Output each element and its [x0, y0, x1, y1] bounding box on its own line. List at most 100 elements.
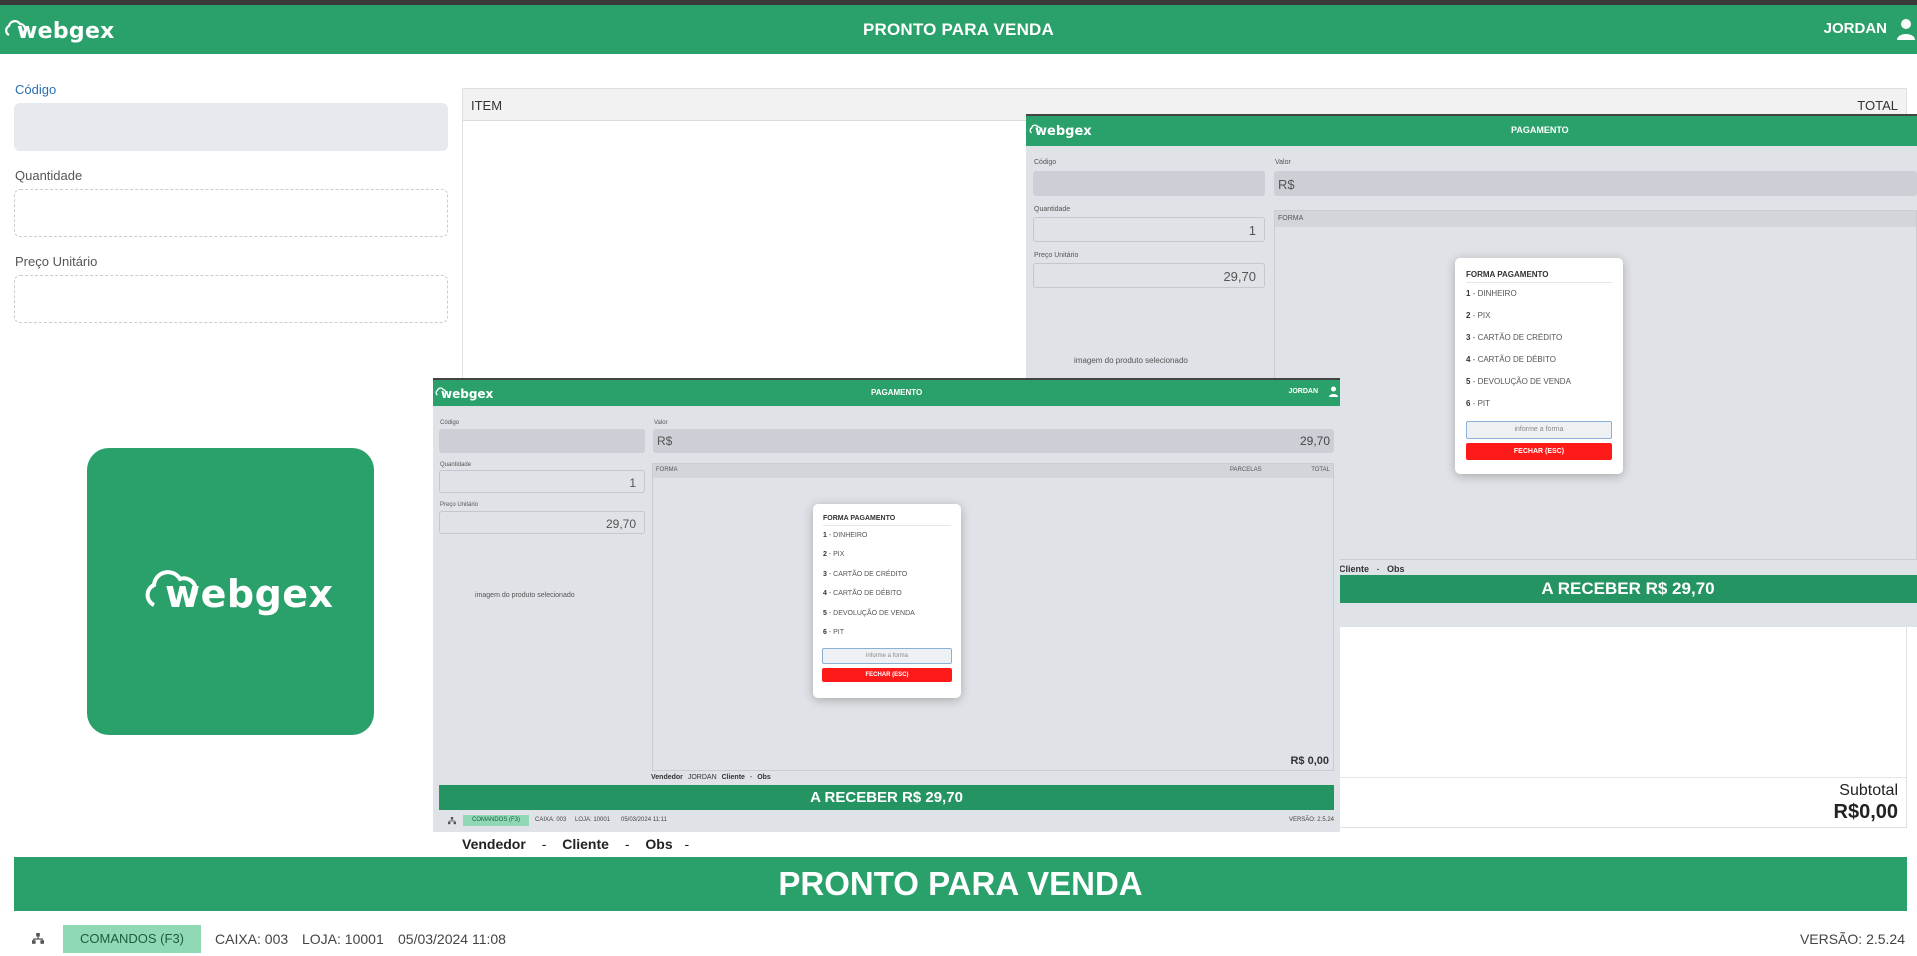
pf-modal-option-5[interactable]: 5 - DEVOLUÇÃO DE VENDA [823, 610, 915, 617]
pb-meta-row: Cliente - Obs [1339, 564, 1405, 574]
pb-image-alt: imagem do produto selecionado [1074, 356, 1188, 365]
preco-unitario-input[interactable] [14, 275, 448, 323]
pf-modal-option-6[interactable]: 6 - PIT [823, 629, 844, 636]
network-icon [448, 817, 456, 825]
page-title: PRONTO PARA VENDA [862, 20, 1055, 39]
pf-codigo-label: Código [440, 420, 460, 426]
pb-meta-cliente: Cliente [1339, 564, 1370, 574]
payment-front-header: webgex PAGAMENTO JORDAN [433, 380, 1340, 406]
pf-total-value: R$ 0,00 [1290, 755, 1329, 767]
pf-valor-input[interactable]: R$ 29,70 [653, 429, 1334, 453]
pf-col-total: TOTAL [1311, 467, 1330, 473]
pf-valor-value: 29,70 [1299, 434, 1330, 448]
pb-forma-col: FORMA [1278, 215, 1304, 222]
pf-meta-vendedor: Vendedor [651, 774, 683, 781]
user-icon[interactable] [1329, 386, 1338, 397]
quantidade-label: Quantidade [15, 168, 83, 183]
pb-modal-option-4[interactable]: 4 - CARTÃO DE DÉBITO [1466, 355, 1556, 364]
pb-forma-modal: FORMA PAGAMENTO 1 - DINHEIRO 2 - PIX 3 -… [1455, 258, 1623, 474]
codigo-input[interactable] [14, 103, 448, 151]
pf-preco-label: Preço Unitário [440, 502, 479, 508]
pf-version: VERSÃO: 2.5.24 [1288, 817, 1334, 823]
payment-screenshot-front: webgex PAGAMENTO JORDAN Código Valor R$ … [433, 378, 1340, 832]
pf-codigo-input[interactable] [439, 429, 645, 453]
pf-caixa: CAIXA: 003 [535, 817, 567, 823]
pf-preco-value: 29,70 [605, 517, 636, 531]
pb-quantidade-input[interactable]: 1 [1033, 217, 1265, 242]
pf-forma-header: FORMA PARCELAS TOTAL [653, 464, 1333, 478]
pb-codigo-input[interactable] [1033, 171, 1265, 196]
pf-quantidade-input[interactable]: 1 [439, 470, 645, 493]
cliente-label[interactable]: Cliente [562, 836, 609, 852]
pb-preco-input[interactable]: 29,70 [1033, 263, 1265, 288]
preco-unitario-label: Preço Unitário [15, 254, 98, 269]
commands-button[interactable]: COMANDOS (F3) [63, 925, 201, 953]
sale-meta-row: Vendedor - Cliente - Obs - [462, 836, 697, 852]
payment-front-user[interactable]: JORDAN [1288, 388, 1318, 395]
payment-back-title: PAGAMENTO [1511, 125, 1569, 135]
pb-forma-header: FORMA [1275, 211, 1916, 227]
pb-valor-prefix: R$ [1278, 177, 1295, 192]
big-logo-text: webgex [165, 572, 334, 616]
caixa-info: CAIXA: 003 [215, 931, 289, 947]
pf-quantidade-value: 1 [629, 476, 636, 490]
pb-modal-option-3[interactable]: 3 - CARTÃO DE CRÉDITO [1466, 333, 1562, 342]
pf-meta-sep: - [749, 774, 753, 781]
codigo-label: Código [15, 82, 57, 97]
meta-sep: - [624, 836, 630, 852]
pb-valor-label: Valor [1275, 159, 1291, 166]
pb-valor-input[interactable]: R$ [1274, 171, 1917, 196]
user-icon[interactable] [1897, 18, 1915, 40]
pf-modal-option-2[interactable]: 2 - PIX [823, 551, 844, 558]
pf-loja: LOJA: 10001 [575, 817, 611, 823]
pb-modal-close-button[interactable]: FECHAR (ESC) [1466, 443, 1612, 460]
quantidade-input[interactable] [14, 189, 448, 237]
pb-modal-option-1[interactable]: 1 - DINHEIRO [1466, 289, 1517, 298]
pf-col-parcelas: PARCELAS [1230, 467, 1262, 473]
pb-quantidade-label: Quantidade [1034, 206, 1071, 213]
col-total: TOTAL [1857, 98, 1898, 113]
pf-datetime: 05/03/2024 11:11 [621, 817, 667, 823]
pb-a-receber-banner: A RECEBER R$ 29,70 [1339, 575, 1917, 603]
pb-meta-sep: - [1376, 564, 1380, 574]
pf-modal-title: FORMA PAGAMENTO [823, 515, 896, 522]
pb-modal-option-6[interactable]: 6 - PIT [1466, 399, 1490, 408]
product-image-placeholder: webgex [87, 448, 374, 735]
pf-modal-forma-input[interactable]: informe a forma [822, 648, 952, 664]
pf-preco-input[interactable]: 29,70 [439, 511, 645, 534]
pf-meta-cliente: Cliente [721, 774, 745, 781]
pf-valor-prefix: R$ [657, 434, 673, 448]
pb-modal-option-2[interactable]: 2 - PIX [1466, 311, 1490, 320]
pf-modal-option-3[interactable]: 3 - CARTÃO DE CRÉDITO [823, 571, 907, 578]
pf-modal-option-4[interactable]: 4 - CARTÃO DE DÉBITO [823, 590, 902, 597]
payment-front-logo: webgex [441, 387, 494, 401]
pf-a-receber-banner: A RECEBER R$ 29,70 [439, 785, 1334, 810]
version-info: VERSÃO: 2.5.24 [1799, 931, 1905, 947]
pf-valor-label: Valor [654, 420, 668, 426]
pf-forma-table: FORMA PARCELAS TOTAL R$ 0,00 [652, 463, 1334, 771]
pf-modal-close-button[interactable]: FECHAR (ESC) [822, 668, 952, 682]
pf-modal-option-1[interactable]: 1 - DINHEIRO [823, 532, 867, 539]
loja-info: LOJA: 10001 [302, 931, 384, 947]
vendedor-label[interactable]: Vendedor [462, 836, 526, 852]
meta-sep: - [541, 836, 547, 852]
user-name[interactable]: JORDAN [1824, 20, 1887, 37]
pf-modal-divider [823, 525, 951, 526]
pb-modal-title: FORMA PAGAMENTO [1466, 270, 1549, 279]
pb-modal-option-5[interactable]: 5 - DEVOLUÇÃO DE VENDA [1466, 377, 1571, 386]
pf-forma-modal: FORMA PAGAMENTO 1 - DINHEIRO 2 - PIX 3 -… [813, 504, 961, 698]
payment-back-header: webgex PAGAMENTO [1026, 116, 1917, 146]
status-banner: PRONTO PARA VENDA [14, 857, 1907, 911]
pb-modal-forma-input[interactable]: informe a forma [1466, 421, 1612, 439]
pf-image-alt: imagem do produto selecionado [475, 592, 575, 599]
pf-meta-row: Vendedor JORDAN Cliente - Obs [651, 774, 771, 781]
col-item: ITEM [471, 98, 503, 113]
payment-front-title: PAGAMENTO [871, 388, 923, 397]
pf-quantidade-label: Quantidade [440, 462, 472, 468]
obs-label[interactable]: Obs [645, 836, 672, 852]
pb-meta-obs: Obs [1387, 564, 1405, 574]
pf-col-forma: FORMA [656, 467, 678, 473]
pf-meta-obs: Obs [757, 774, 771, 781]
pf-commands-button[interactable]: COMANDOS (F3) [463, 815, 529, 826]
payment-back-logo: webgex [1035, 124, 1092, 139]
